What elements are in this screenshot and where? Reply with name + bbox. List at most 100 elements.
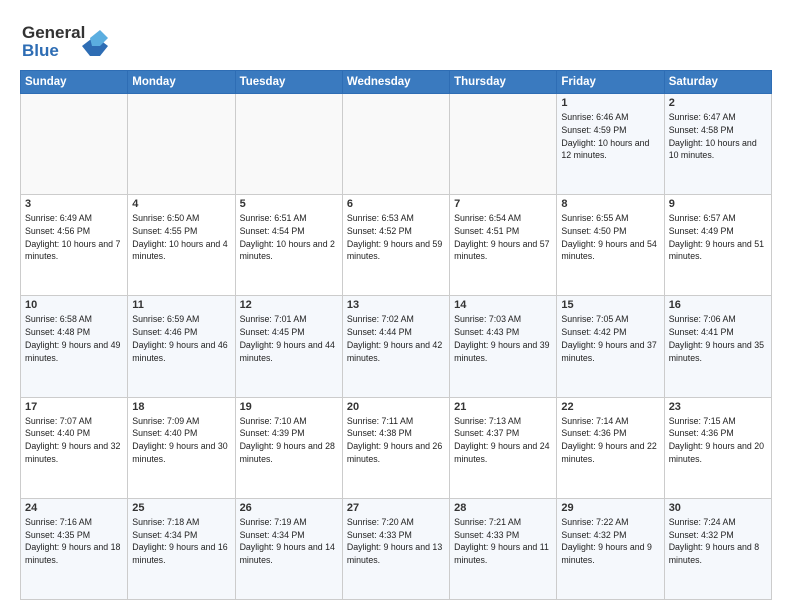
day-info: Sunrise: 7:24 AMSunset: 4:32 PMDaylight:… (669, 516, 767, 567)
day-number: 11 (132, 299, 230, 311)
week-row-1: 1Sunrise: 6:46 AMSunset: 4:59 PMDaylight… (21, 94, 772, 195)
weekday-header-thursday: Thursday (450, 71, 557, 94)
calendar-cell: 25 Sunrise: 7:18 AMSunset: 4:34 PMDayligh… (128, 498, 235, 599)
day-number: 17 (25, 401, 123, 413)
calendar-cell: 20 Sunrise: 7:11 AMSunset: 4:38 PMDayligh… (342, 397, 449, 498)
calendar-cell: 30 Sunrise: 7:24 AMSunset: 4:32 PMDayligh… (664, 498, 771, 599)
calendar-cell: 18Sunrise: 7:09 AMSunset: 4:40 PMDayligh… (128, 397, 235, 498)
day-number: 4 (132, 198, 230, 210)
day-number: 9 (669, 198, 767, 210)
day-number: 21 (454, 401, 552, 413)
weekday-header-friday: Friday (557, 71, 664, 94)
calendar-cell: 3 Sunrise: 6:49 AMSunset: 4:56 PMDaylight… (21, 195, 128, 296)
day-info: Sunrise: 7:14 AMSunset: 4:36 PMDaylight:… (561, 415, 659, 466)
calendar-cell: 5 Sunrise: 6:51 AMSunset: 4:54 PMDaylight… (235, 195, 342, 296)
day-info: Sunrise: 7:20 AMSunset: 4:33 PMDaylight:… (347, 516, 445, 567)
day-number: 3 (25, 198, 123, 210)
day-number: 2 (669, 97, 767, 109)
calendar-cell: 23 Sunrise: 7:15 AMSunset: 4:36 PMDayligh… (664, 397, 771, 498)
weekday-header-wednesday: Wednesday (342, 71, 449, 94)
day-info: Sunrise: 6:55 AMSunset: 4:50 PMDaylight:… (561, 212, 659, 263)
day-number: 15 (561, 299, 659, 311)
day-number: 18 (132, 401, 230, 413)
weekday-header-sunday: Sunday (21, 71, 128, 94)
day-info: Sunrise: 6:54 AMSunset: 4:51 PMDaylight:… (454, 212, 552, 263)
week-row-5: 24Sunrise: 7:16 AMSunset: 4:35 PMDayligh… (21, 498, 772, 599)
day-info: Sunrise: 7:15 AMSunset: 4:36 PMDaylight:… (669, 415, 767, 466)
day-info: Sunrise: 6:50 AMSunset: 4:55 PMDaylight:… (132, 212, 230, 263)
day-info: Sunrise: 7:10 AMSunset: 4:39 PMDaylight:… (240, 415, 338, 466)
day-number: 6 (347, 198, 445, 210)
svg-text:General: General (22, 23, 85, 42)
day-number: 27 (347, 502, 445, 514)
week-row-3: 10 Sunrise: 6:58 AMSunset: 4:48 PMDayligh… (21, 296, 772, 397)
day-info: Sunrise: 7:01 AMSunset: 4:45 PMDaylight:… (240, 313, 338, 364)
day-info: Sunrise: 6:46 AMSunset: 4:59 PMDaylight:… (561, 111, 659, 162)
day-info: Sunrise: 7:02 AMSunset: 4:44 PMDaylight:… (347, 313, 445, 364)
day-info: Sunrise: 6:59 AMSunset: 4:46 PMDaylight:… (132, 313, 230, 364)
calendar-cell: 21 Sunrise: 7:13 AMSunset: 4:37 PMDayligh… (450, 397, 557, 498)
day-number: 25 (132, 502, 230, 514)
calendar-cell: 27 Sunrise: 7:20 AMSunset: 4:33 PMDayligh… (342, 498, 449, 599)
weekday-header-saturday: Saturday (664, 71, 771, 94)
day-info: Sunrise: 6:49 AMSunset: 4:56 PMDaylight:… (25, 212, 123, 263)
day-info: Sunrise: 7:13 AMSunset: 4:37 PMDaylight:… (454, 415, 552, 466)
calendar-cell (235, 94, 342, 195)
day-info: Sunrise: 7:06 AMSunset: 4:41 PMDaylight:… (669, 313, 767, 364)
day-number: 16 (669, 299, 767, 311)
day-info: Sunrise: 6:47 AMSunset: 4:58 PMDaylight:… (669, 111, 767, 162)
day-info: Sunrise: 7:03 AMSunset: 4:43 PMDaylight:… (454, 313, 552, 364)
day-number: 13 (347, 299, 445, 311)
calendar-cell: 12Sunrise: 7:01 AMSunset: 4:45 PMDayligh… (235, 296, 342, 397)
day-number: 30 (669, 502, 767, 514)
calendar-cell: 10 Sunrise: 6:58 AMSunset: 4:48 PMDayligh… (21, 296, 128, 397)
day-info: Sunrise: 7:16 AMSunset: 4:35 PMDaylight:… (25, 516, 123, 567)
day-number: 22 (561, 401, 659, 413)
calendar-table: SundayMondayTuesdayWednesdayThursdayFrid… (20, 70, 772, 600)
calendar-cell (342, 94, 449, 195)
calendar-cell: 16 Sunrise: 7:06 AMSunset: 4:41 PMDayligh… (664, 296, 771, 397)
weekday-header-tuesday: Tuesday (235, 71, 342, 94)
logo: General Blue (20, 18, 110, 62)
day-info: Sunrise: 7:05 AMSunset: 4:42 PMDaylight:… (561, 313, 659, 364)
calendar-cell: 19 Sunrise: 7:10 AMSunset: 4:39 PMDayligh… (235, 397, 342, 498)
day-number: 19 (240, 401, 338, 413)
day-number: 23 (669, 401, 767, 413)
weekday-header-monday: Monday (128, 71, 235, 94)
calendar-cell: 17 Sunrise: 7:07 AMSunset: 4:40 PMDayligh… (21, 397, 128, 498)
day-info: Sunrise: 7:21 AMSunset: 4:33 PMDaylight:… (454, 516, 552, 567)
week-row-4: 17 Sunrise: 7:07 AMSunset: 4:40 PMDayligh… (21, 397, 772, 498)
calendar-cell (21, 94, 128, 195)
calendar-cell: 8Sunrise: 6:55 AMSunset: 4:50 PMDaylight… (557, 195, 664, 296)
weekday-header-row: SundayMondayTuesdayWednesdayThursdayFrid… (21, 71, 772, 94)
day-info: Sunrise: 6:53 AMSunset: 4:52 PMDaylight:… (347, 212, 445, 263)
calendar-cell: 2 Sunrise: 6:47 AMSunset: 4:58 PMDaylight… (664, 94, 771, 195)
day-number: 10 (25, 299, 123, 311)
calendar-cell: 14 Sunrise: 7:03 AMSunset: 4:43 PMDayligh… (450, 296, 557, 397)
calendar-cell: 22 Sunrise: 7:14 AMSunset: 4:36 PMDayligh… (557, 397, 664, 498)
day-info: Sunrise: 6:51 AMSunset: 4:54 PMDaylight:… (240, 212, 338, 263)
day-number: 7 (454, 198, 552, 210)
day-number: 28 (454, 502, 552, 514)
day-info: Sunrise: 7:11 AMSunset: 4:38 PMDaylight:… (347, 415, 445, 466)
calendar-cell: 29 Sunrise: 7:22 AMSunset: 4:32 PMDayligh… (557, 498, 664, 599)
day-number: 14 (454, 299, 552, 311)
calendar-cell: 28 Sunrise: 7:21 AMSunset: 4:33 PMDayligh… (450, 498, 557, 599)
day-info: Sunrise: 7:22 AMSunset: 4:32 PMDaylight:… (561, 516, 659, 567)
day-info: Sunrise: 7:18 AMSunset: 4:34 PMDaylight:… (132, 516, 230, 567)
day-number: 29 (561, 502, 659, 514)
day-number: 20 (347, 401, 445, 413)
day-info: Sunrise: 6:58 AMSunset: 4:48 PMDaylight:… (25, 313, 123, 364)
calendar-cell: 6 Sunrise: 6:53 AMSunset: 4:52 PMDaylight… (342, 195, 449, 296)
day-info: Sunrise: 7:19 AMSunset: 4:34 PMDaylight:… (240, 516, 338, 567)
day-number: 26 (240, 502, 338, 514)
day-info: Sunrise: 7:07 AMSunset: 4:40 PMDaylight:… (25, 415, 123, 466)
week-row-2: 3 Sunrise: 6:49 AMSunset: 4:56 PMDaylight… (21, 195, 772, 296)
svg-text:Blue: Blue (22, 41, 59, 60)
logo-svg: General Blue (20, 18, 110, 62)
calendar-cell (128, 94, 235, 195)
calendar-cell (450, 94, 557, 195)
day-number: 5 (240, 198, 338, 210)
calendar-cell: 9Sunrise: 6:57 AMSunset: 4:49 PMDaylight… (664, 195, 771, 296)
calendar-cell: 24Sunrise: 7:16 AMSunset: 4:35 PMDayligh… (21, 498, 128, 599)
